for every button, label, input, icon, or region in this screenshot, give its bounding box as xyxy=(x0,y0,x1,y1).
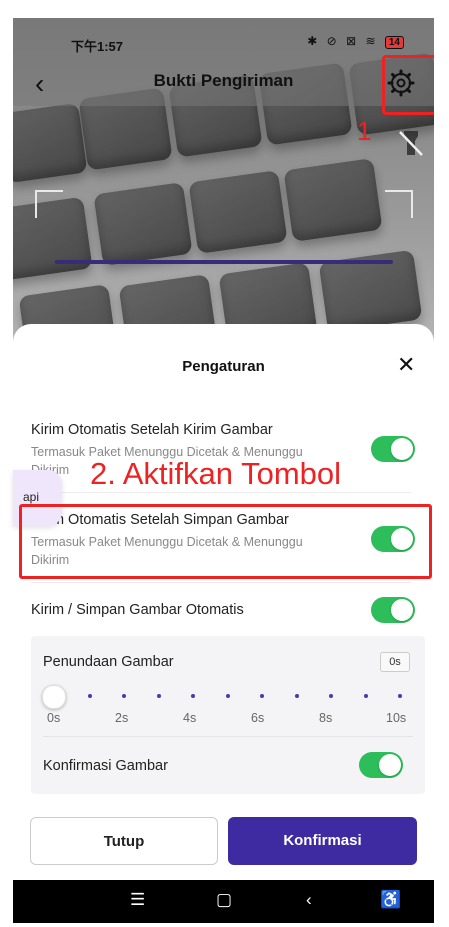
slider-tick-label: 10s xyxy=(386,711,407,725)
setting-title: Kirim Otomatis Setelah Kirim Gambar xyxy=(31,422,273,438)
toggle-knob xyxy=(391,599,413,621)
slider-tick xyxy=(260,694,264,698)
flashlight-off-icon[interactable] xyxy=(397,127,425,159)
toggle-knob xyxy=(391,438,413,460)
slider-tick-label: 2s xyxy=(115,711,129,725)
slider-tick xyxy=(191,694,195,698)
status-icons: ✱ ⊘ ⊠ ≋ 14 xyxy=(307,34,404,49)
close-button[interactable]: Tutup xyxy=(30,817,218,865)
mute-icon: ⊘ xyxy=(326,34,340,48)
setting-title: Kirim / Simpan Gambar Otomatis xyxy=(31,602,244,618)
slider-tick xyxy=(88,694,92,698)
divider xyxy=(31,492,411,493)
keyboard-key xyxy=(188,170,288,254)
slider-tick xyxy=(295,694,299,698)
confirm-button[interactable]: Konfirmasi xyxy=(228,817,417,865)
delay-panel: Penundaan Gambar 0s 0s 2s 4s 6s 8s 10s K… xyxy=(31,636,425,794)
app-header: ‹ Bukti Pengiriman xyxy=(13,62,434,106)
delay-value-badge: 0s xyxy=(380,652,410,672)
divider xyxy=(31,582,411,583)
slider-tick xyxy=(329,694,333,698)
divider xyxy=(43,736,413,737)
scan-line xyxy=(55,260,393,264)
confirm-image-label: Konfirmasi Gambar xyxy=(43,758,168,774)
wifi-icon: ≋ xyxy=(365,34,379,48)
setting-row-auto-send-save: Kirim / Simpan Gambar Otomatis xyxy=(31,602,411,618)
bluetooth-icon: ✱ xyxy=(307,34,321,48)
sim-icon: ⊠ xyxy=(346,34,360,48)
close-icon[interactable]: ✕ xyxy=(397,352,415,378)
toggle-auto-send-save[interactable] xyxy=(371,597,415,623)
delay-slider-thumb[interactable] xyxy=(42,685,66,709)
annotation-box-gear xyxy=(382,55,434,115)
keyboard-key xyxy=(283,158,383,242)
page-title: Bukti Pengiriman xyxy=(153,71,294,90)
slider-tick-label: 8s xyxy=(319,711,333,725)
accessibility-icon[interactable]: ♿ xyxy=(380,890,401,910)
scan-frame-corner-top-left xyxy=(35,190,63,218)
delay-label: Penundaan Gambar xyxy=(43,654,174,670)
slider-tick xyxy=(226,694,230,698)
scan-frame-corner-top-right xyxy=(385,190,413,218)
toggle-knob xyxy=(379,754,401,776)
annotation-step-1: 1 xyxy=(357,116,372,146)
system-nav-bar: ☰ ▢ ‹ ♿ xyxy=(13,880,434,923)
slider-tick xyxy=(364,694,368,698)
slider-tick-label: 6s xyxy=(251,711,265,725)
slider-tick xyxy=(122,694,126,698)
camera-preview: 下午1:57 ✱ ⊘ ⊠ ≋ 14 ‹ Bukti Pengiriman 1 xyxy=(13,18,434,348)
toggle-confirm-image[interactable] xyxy=(359,752,403,778)
annotation-step-2: 2. Aktifkan Tombol xyxy=(90,456,342,491)
chip-label: api xyxy=(23,490,40,504)
slider-tick-label: 0s xyxy=(47,711,61,725)
sheet-title: Pengaturan xyxy=(182,358,265,375)
annotation-box-toggle xyxy=(19,504,432,579)
toggle-auto-send-after-send[interactable] xyxy=(371,436,415,462)
delay-slider-track[interactable] xyxy=(43,696,403,698)
menu-icon[interactable]: ☰ xyxy=(130,890,145,910)
status-bar: 下午1:57 ✱ ⊘ ⊠ ≋ 14 xyxy=(13,18,434,62)
status-time: 下午1:57 xyxy=(71,39,124,54)
keyboard-key xyxy=(93,182,193,266)
slider-tick xyxy=(157,694,161,698)
slider-tick-label: 4s xyxy=(183,711,197,725)
slider-tick xyxy=(398,694,402,698)
battery-icon: 14 xyxy=(384,36,404,49)
back-icon[interactable]: ‹ xyxy=(306,890,312,910)
keyboard-key xyxy=(13,102,88,184)
home-icon[interactable]: ▢ xyxy=(216,890,232,910)
